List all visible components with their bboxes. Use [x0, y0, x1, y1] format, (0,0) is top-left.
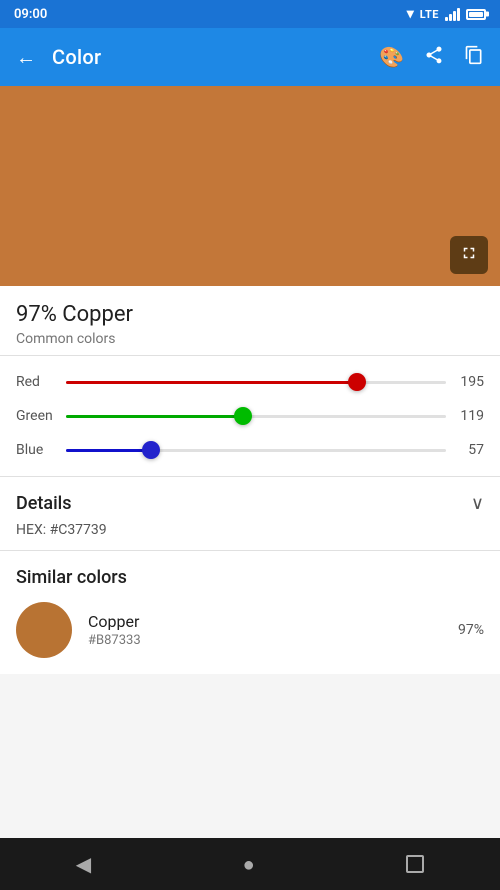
green-fill	[66, 415, 243, 418]
app-bar-title: Color	[52, 45, 379, 69]
palette-icon[interactable]: 🎨	[379, 45, 404, 69]
red-fill	[66, 381, 357, 384]
similar-color-circle	[16, 602, 72, 658]
red-value: 195	[446, 374, 484, 390]
app-bar: ← Color 🎨	[0, 28, 500, 86]
green-track	[66, 415, 446, 418]
green-thumb[interactable]	[234, 407, 252, 425]
blue-slider-row: Blue 57	[16, 440, 484, 460]
similar-color-percent: 97%	[458, 622, 484, 638]
status-bar: 09:00 ▾ LTE	[0, 0, 500, 28]
hex-value: HEX: #C37739	[16, 522, 484, 538]
red-thumb[interactable]	[348, 373, 366, 391]
green-label: Green	[16, 408, 66, 424]
similar-color-hex: #B87333	[88, 633, 458, 648]
nav-back-button[interactable]: ◀	[76, 852, 91, 876]
fullscreen-button[interactable]	[450, 236, 488, 274]
blue-track	[66, 449, 446, 452]
blue-slider[interactable]	[66, 440, 446, 460]
green-slider-row: Green 119	[16, 406, 484, 426]
app-bar-actions: 🎨	[379, 45, 484, 70]
nav-bar: ◀ ●	[0, 838, 500, 890]
red-track	[66, 381, 446, 384]
details-title: Details	[16, 493, 72, 514]
wifi-icon: ▾	[407, 6, 414, 22]
color-percentage-name: 97% Copper	[16, 302, 484, 327]
blue-label: Blue	[16, 442, 66, 458]
nav-recents-button[interactable]	[406, 855, 424, 873]
fullscreen-icon	[460, 244, 478, 266]
similar-info: Copper #B87333	[88, 612, 458, 648]
back-button[interactable]: ←	[16, 45, 36, 70]
battery-icon	[466, 9, 486, 20]
similar-section: Similar colors Copper #B87333 97%	[0, 551, 500, 674]
red-slider[interactable]	[66, 372, 446, 392]
red-slider-row: Red 195	[16, 372, 484, 392]
color-name-section: 97% Copper Common colors	[0, 286, 500, 355]
similar-color-name: Copper	[88, 612, 458, 631]
sliders-section: Red 195 Green 119 Blue	[0, 356, 500, 476]
blue-value: 57	[446, 442, 484, 458]
blue-fill	[66, 449, 151, 452]
lte-label: LTE	[420, 8, 439, 21]
copy-icon[interactable]	[464, 45, 484, 70]
similar-item: Copper #B87333 97%	[16, 602, 484, 674]
green-slider[interactable]	[66, 406, 446, 426]
status-time: 09:00	[14, 7, 47, 22]
common-colors-label: Common colors	[16, 331, 484, 347]
green-value: 119	[446, 408, 484, 424]
signal-icon	[445, 7, 460, 21]
content: 97% Copper Common colors Red 195 Green	[0, 286, 500, 674]
nav-home-button[interactable]: ●	[243, 852, 255, 877]
color-preview	[0, 86, 500, 286]
chevron-down-icon: ∨	[471, 493, 484, 514]
blue-thumb[interactable]	[142, 441, 160, 459]
similar-title: Similar colors	[16, 567, 484, 588]
red-label: Red	[16, 374, 66, 390]
details-header[interactable]: Details ∨	[16, 493, 484, 514]
share-icon[interactable]	[424, 45, 444, 70]
status-icons: ▾ LTE	[407, 6, 486, 22]
details-section: Details ∨ HEX: #C37739	[0, 477, 500, 550]
